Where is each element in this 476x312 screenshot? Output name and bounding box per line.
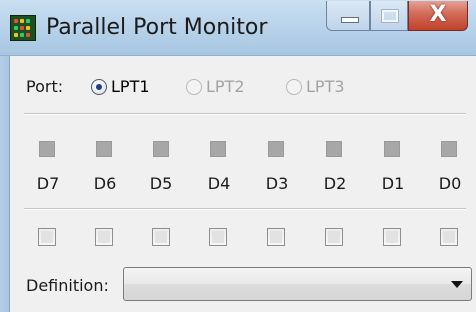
close-button[interactable]: X [408,1,468,31]
definition-dropdown[interactable] [123,267,472,301]
checkbox-d0[interactable] [440,228,458,246]
separator-middle [24,208,466,210]
radio-button-icon [186,78,202,95]
radio-button-icon [91,78,107,95]
checkbox-d2[interactable] [325,228,343,246]
checkbox-d6[interactable] [95,228,113,246]
bit-label-d7: D7 [36,174,60,193]
checkbox-d3[interactable] [267,228,285,246]
chevron-down-icon[interactable] [451,281,463,288]
radio-lpt1[interactable]: LPT1 [91,77,150,96]
minimize-icon [341,17,359,23]
checkbox-d4[interactable] [209,228,227,246]
radio-button-icon [286,78,302,95]
bit-label-d3: D3 [265,174,289,193]
radio-lpt2[interactable]: LPT2 [186,77,245,96]
led-d5-icon [153,141,169,157]
maximize-button[interactable] [370,1,408,31]
bit-label-d5: D5 [149,174,173,193]
checkbox-d5[interactable] [152,228,170,246]
bit-label-d6: D6 [93,174,117,193]
title-bar[interactable]: Parallel Port Monitor X [0,0,476,56]
bit-label-d1: D1 [381,174,405,193]
led-d6-icon [96,141,112,157]
definition-label: Definition: [26,276,109,295]
window-title: Parallel Port Monitor [46,15,268,40]
radio-lpt1-label: LPT1 [111,77,150,96]
close-icon: X [429,2,447,27]
port-label: Port: [26,77,64,96]
led-d0-icon [441,141,457,157]
checkbox-d1[interactable] [383,228,401,246]
maximize-icon [381,9,399,23]
window-frame-left [0,56,10,312]
led-d3-icon [268,141,284,157]
checkbox-d7[interactable] [38,228,56,246]
led-d1-icon [384,141,400,157]
caption-buttons: X [326,1,468,33]
bit-label-d2: D2 [323,174,347,193]
app-icon [10,15,36,41]
radio-lpt3[interactable]: LPT3 [286,77,345,96]
radio-lpt2-label: LPT2 [206,77,245,96]
bit-label-d4: D4 [207,174,231,193]
minimize-button[interactable] [326,1,370,31]
bit-label-d0: D0 [438,174,462,193]
led-d4-icon [210,141,226,157]
led-d7-icon [39,141,55,157]
separator-top [24,113,466,115]
parallel-port-monitor-window: Parallel Port Monitor X Port: LPT1 LPT2 … [0,0,476,312]
radio-lpt3-label: LPT3 [306,77,345,96]
led-d2-icon [326,141,342,157]
